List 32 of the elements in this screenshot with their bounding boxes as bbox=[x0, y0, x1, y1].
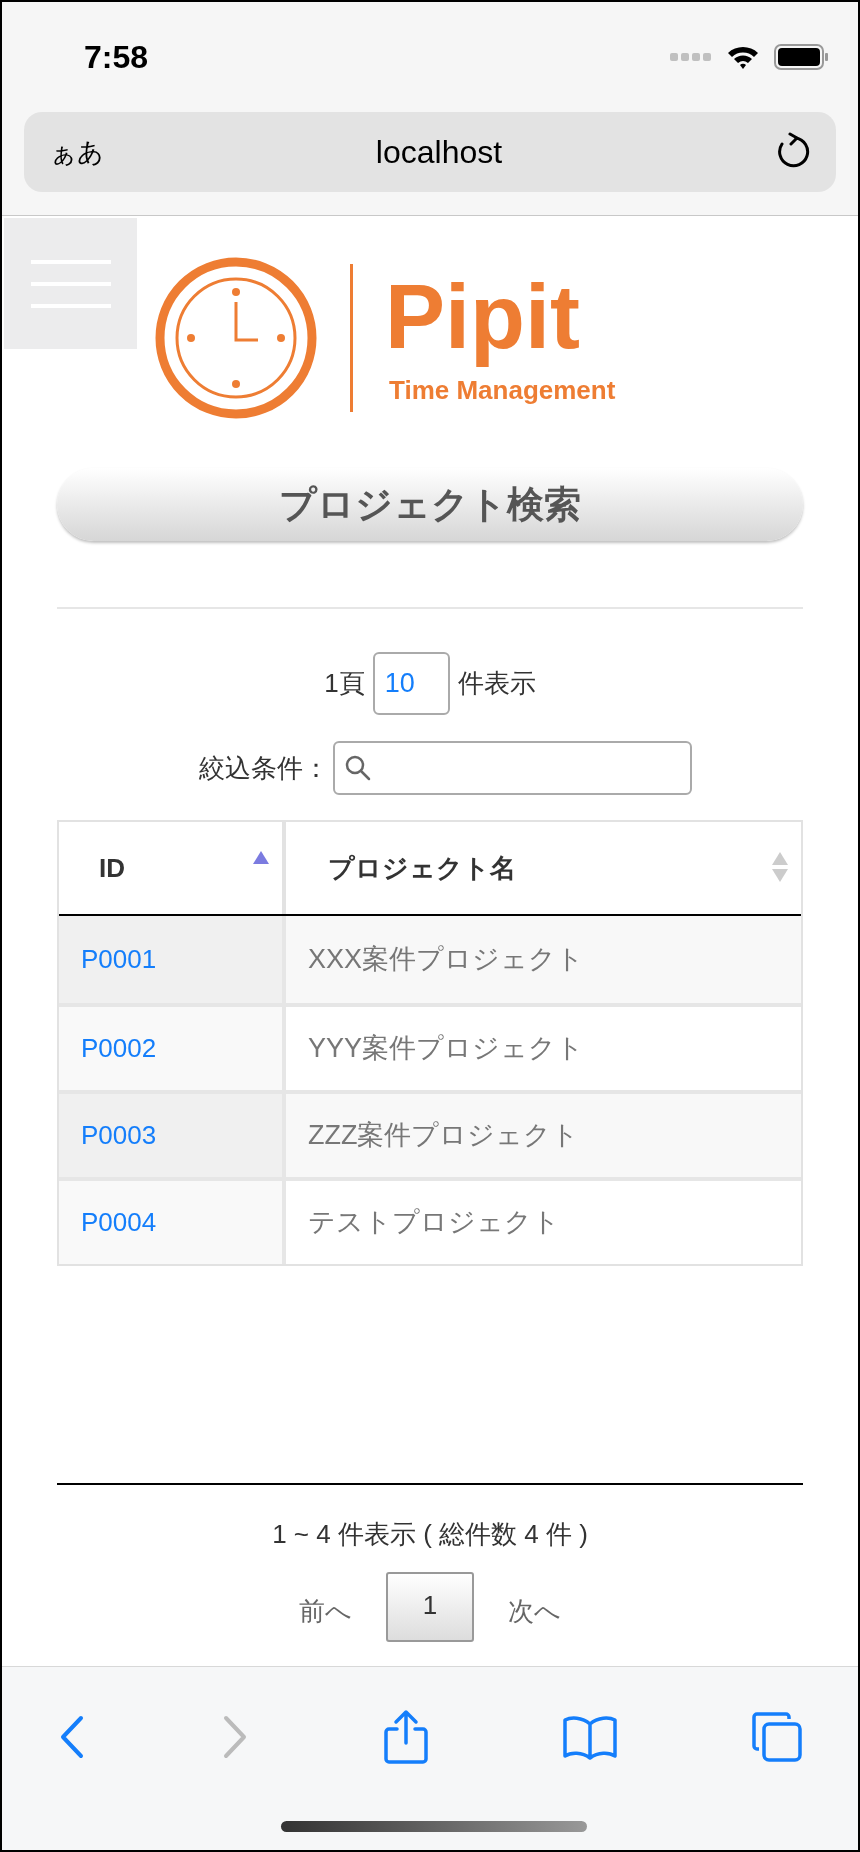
filter-label: 絞込条件： bbox=[198, 751, 329, 785]
share-icon[interactable] bbox=[383, 1709, 429, 1765]
tabs-icon[interactable] bbox=[751, 1711, 803, 1763]
logo-name: Pipit bbox=[385, 265, 581, 369]
table-cell: XXX案件プロジェクト bbox=[286, 916, 801, 1003]
column-header[interactable]: ID bbox=[99, 848, 125, 888]
clock-icon bbox=[154, 256, 318, 420]
page-size-label: 件表示 bbox=[457, 667, 536, 700]
battery-icon bbox=[774, 44, 828, 70]
result-summary: 1 ~ 4 件表示 ( 総件数 4 件 ) bbox=[272, 1518, 588, 1551]
wifi-icon bbox=[726, 44, 760, 70]
previous-link[interactable]: 前へ bbox=[299, 1592, 352, 1631]
project-id-link[interactable]: P0003 bbox=[81, 1116, 157, 1155]
search-field[interactable] bbox=[332, 741, 692, 795]
signal-icon bbox=[670, 53, 712, 61]
table-cell: ZZZ案件プロジェクト bbox=[286, 1094, 801, 1177]
project-id-link[interactable]: P0002 bbox=[81, 1029, 157, 1068]
status-time: 7:58 bbox=[83, 38, 149, 77]
project-id-link[interactable]: P0001 bbox=[81, 940, 157, 979]
page-size-field[interactable]: 10 bbox=[372, 652, 450, 715]
page-button[interactable]: 1 bbox=[386, 1572, 474, 1642]
logo-tagline: Time Management bbox=[388, 374, 616, 408]
title-banner: プロジェクト検索 bbox=[57, 468, 803, 541]
address-bar[interactable]: ぁあ localhost bbox=[24, 112, 836, 192]
project-id-link[interactable]: P0004 bbox=[81, 1203, 157, 1242]
column-header[interactable]: プロジェクト名 bbox=[328, 848, 516, 888]
url-text: localhost bbox=[375, 133, 503, 172]
next-link[interactable]: 次へ bbox=[508, 1592, 561, 1631]
bookmarks-icon[interactable] bbox=[562, 1714, 618, 1760]
page-size-label: 1頁 bbox=[324, 667, 365, 700]
search-icon bbox=[344, 755, 371, 781]
text-size-button[interactable]: ぁあ bbox=[50, 132, 104, 172]
